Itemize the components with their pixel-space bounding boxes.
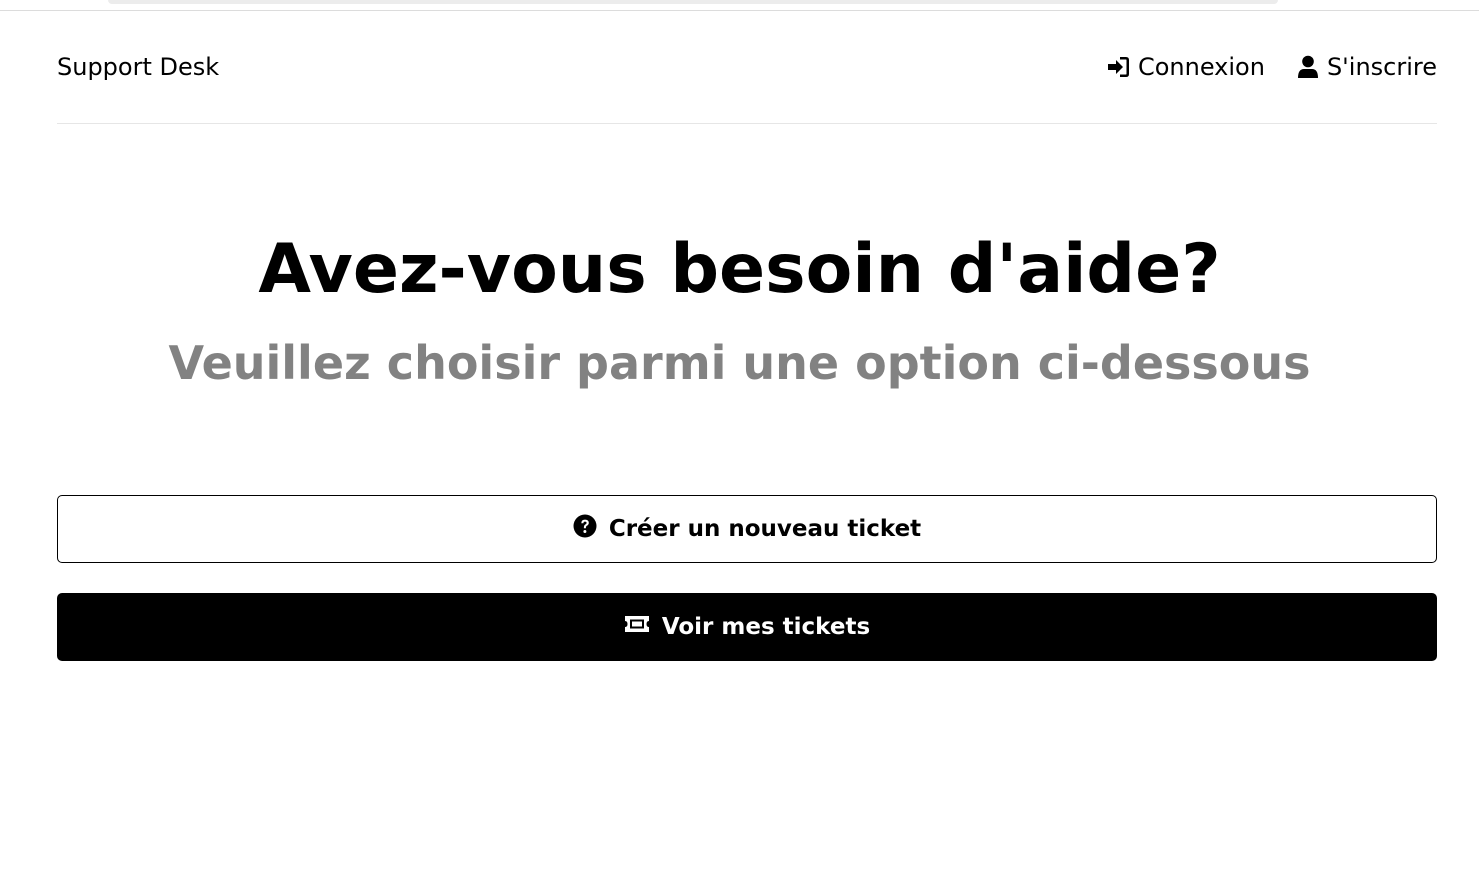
view-tickets-button[interactable]: Voir mes tickets [57,593,1437,661]
main-nav: Connexion S'inscrire [1106,52,1437,82]
register-link[interactable]: S'inscrire [1297,52,1437,82]
register-label: S'inscrire [1326,53,1437,81]
logo-link[interactable]: Support Desk [57,52,219,82]
view-tickets-label: Voir mes tickets [661,614,871,640]
page-title: Avez-vous besoin d'aide? [258,230,1221,309]
browser-tab-bar [108,0,1278,4]
ticket-icon [624,614,650,640]
login-link[interactable]: Connexion [1106,52,1265,82]
site-header: Support Desk Connexion S'inscrire [57,40,1437,124]
browser-top-strip [0,0,1479,11]
question-circle-icon [573,514,597,544]
create-ticket-button[interactable]: Créer un nouveau ticket [57,495,1437,563]
create-ticket-label: Créer un nouveau ticket [608,516,922,542]
sign-in-icon [1106,56,1130,78]
hero-section: Avez-vous besoin d'aide? Veuillez choisi… [0,225,1479,393]
page-subtitle: Veuillez choisir parmi une option ci-des… [168,336,1311,390]
user-icon [1297,55,1319,79]
login-label: Connexion [1137,53,1265,81]
